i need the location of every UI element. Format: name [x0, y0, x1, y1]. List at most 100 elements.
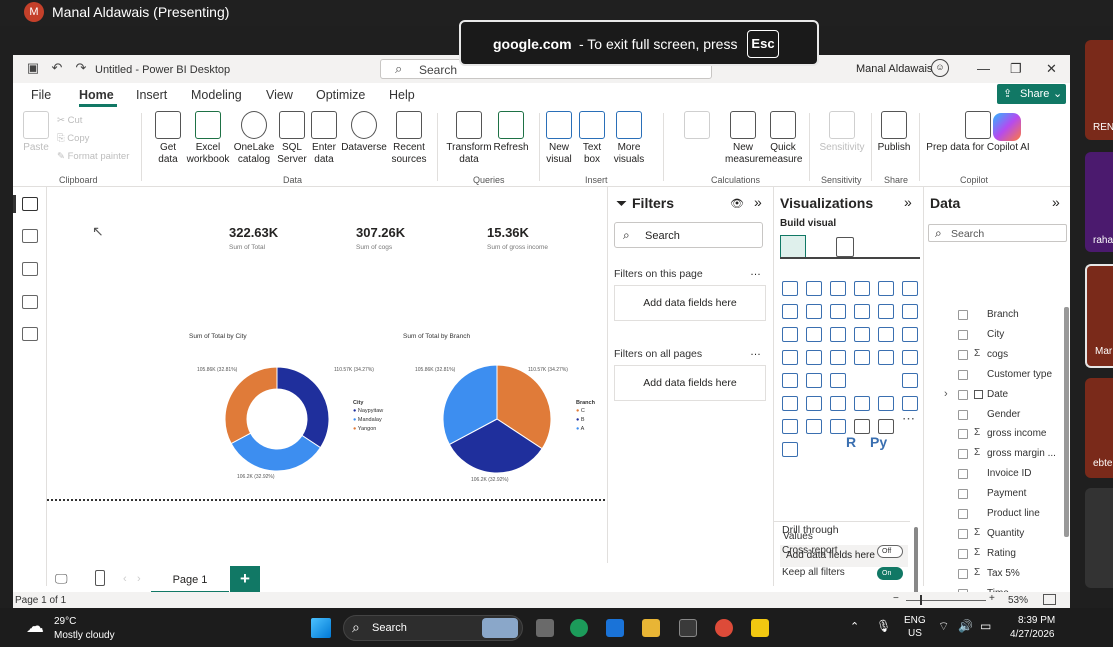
transform-data-button[interactable]: Transform data [445, 111, 493, 166]
more-options-icon[interactable]: … [750, 346, 761, 358]
paginated-visual-icon[interactable] [902, 396, 918, 411]
volume-icon[interactable]: 🔊 [958, 619, 973, 633]
scroll-left-icon[interactable]: ‹ [123, 573, 127, 585]
paste-button[interactable]: Paste [19, 111, 53, 154]
microphone-icon[interactable]: 🎙 [876, 619, 891, 633]
text-box-button[interactable]: Text box [577, 111, 607, 166]
key-influencers-visual-icon[interactable] [806, 396, 822, 411]
filled-map-visual-icon[interactable] [806, 350, 822, 365]
zoom-in-icon[interactable]: + [989, 593, 995, 604]
arcgis-map-visual-icon[interactable] [854, 350, 870, 365]
treemap-visual-icon[interactable] [902, 327, 918, 342]
excel-workbook-button[interactable]: Excel workbook [185, 111, 231, 166]
azure-map-visual-icon[interactable] [830, 350, 846, 365]
python-visual-icon[interactable]: Py [870, 434, 887, 450]
weather-cloud-icon[interactable]: ☁ [26, 616, 44, 637]
donut-chart-city[interactable] [207, 359, 347, 479]
line-visual-icon[interactable] [782, 304, 798, 319]
participant-tile[interactable]: REN [1085, 40, 1113, 140]
filters-page-dropzone[interactable]: Add data fields here [614, 285, 766, 321]
data-field-row[interactable]: Payment [924, 487, 1064, 505]
clustered-column-visual-icon[interactable] [854, 281, 870, 296]
desktop-layout-icon[interactable]: 🖵 [55, 571, 68, 587]
zoom-slider-thumb[interactable] [920, 595, 922, 605]
filters-search[interactable]: ⌕ Search [614, 222, 763, 248]
legend-item[interactable]: ● Naypyitaw [353, 408, 383, 414]
tab-insert[interactable]: Insert [136, 88, 167, 102]
keep-filters-toggle[interactable]: On [877, 567, 903, 580]
ribbon-visual-icon[interactable] [902, 304, 918, 319]
copy-button[interactable]: ⎘ Copy [57, 133, 89, 144]
data-field-row[interactable]: › Date [924, 388, 1064, 406]
refresh-button[interactable]: Refresh [493, 111, 529, 154]
slicer-visual-icon[interactable] [830, 373, 846, 388]
scatter-visual-icon[interactable] [830, 327, 846, 342]
pie-slice-yangon[interactable] [224, 366, 278, 445]
multi-row-card-visual-icon[interactable] [782, 373, 798, 388]
visual-visual-icon[interactable]: ⋯ [902, 411, 915, 427]
wifi-icon[interactable]: ⌔ [938, 619, 949, 634]
stacked-bar-visual-icon[interactable] [782, 281, 798, 296]
report-canvas[interactable]: ↖ 322.63K Sum of Total 307.26K Sum of co… [47, 187, 607, 563]
new-measure-button[interactable]: New measure [725, 111, 764, 166]
legend-item[interactable]: ● A [576, 426, 585, 432]
new-visual-button[interactable]: New visual [543, 111, 575, 166]
language-1[interactable]: ENG [904, 615, 926, 626]
donut-visual-icon[interactable] [878, 327, 894, 342]
dataverse-button[interactable]: Dataverse [341, 111, 387, 154]
maximize-icon[interactable]: ❐ [1010, 61, 1022, 77]
powerbi-taskbar-icon[interactable] [751, 619, 769, 637]
clustered-bar-visual-icon[interactable] [830, 281, 846, 296]
battery-icon[interactable]: ▭ [980, 619, 991, 633]
build-visual-icon[interactable] [780, 235, 806, 259]
smart-narrative-visual-icon[interactable] [878, 396, 894, 411]
redo-icon[interactable]: ↷ [73, 60, 89, 76]
decomposition-tree-visual-icon[interactable] [830, 396, 846, 411]
stacked-column-visual-icon[interactable] [806, 281, 822, 296]
file-explorer-icon[interactable] [642, 619, 660, 637]
100-bar-visual-icon[interactable] [878, 281, 894, 296]
eye-icon[interactable]: 👁 [730, 197, 744, 210]
checkbox[interactable] [958, 389, 968, 400]
data-field-row[interactable]: Σ Quantity [924, 527, 1064, 545]
100-column-visual-icon[interactable] [902, 281, 918, 296]
chevron-up-icon[interactable]: ⌃ [850, 620, 859, 633]
tab-view[interactable]: View [266, 88, 293, 102]
checkbox[interactable] [958, 449, 968, 460]
data-field-row[interactable]: Gender [924, 408, 1064, 426]
quick-measure-button[interactable]: Quick measure [763, 111, 803, 166]
checkbox[interactable] [958, 369, 968, 380]
r-script-visual-icon[interactable] [902, 373, 918, 388]
line-stacked-column-visual-icon[interactable] [878, 304, 894, 319]
line-column-visual-icon[interactable] [854, 304, 870, 319]
recent-sources-button[interactable]: Recent sources [387, 111, 431, 166]
user-avatar-icon[interactable]: ☺ [931, 59, 949, 77]
format-painter-button[interactable]: ✎ Format painter [57, 151, 129, 162]
dax-query-view-icon[interactable] [22, 295, 38, 309]
tab-modeling[interactable]: Modeling [191, 88, 242, 102]
share-button[interactable]: ⇪ Share ⌄ [997, 84, 1066, 104]
waterfall-visual-icon[interactable] [782, 327, 798, 342]
zoom-out-icon[interactable]: − [893, 593, 899, 604]
taskbar-search[interactable]: ⌕ Search [343, 615, 523, 641]
publish-button[interactable]: Publish [875, 111, 913, 154]
data-field-row[interactable]: Σcogs [924, 348, 1064, 366]
checkbox[interactable] [958, 509, 968, 519]
tab-file[interactable]: File [31, 88, 51, 102]
tab-optimize[interactable]: Optimize [316, 88, 365, 102]
report-visual-icon[interactable] [854, 419, 870, 434]
legend-item[interactable]: ● Mandalay [353, 417, 383, 423]
pie-slice-naypyitaw[interactable] [276, 366, 330, 449]
area-visual-icon[interactable] [806, 304, 822, 319]
data-field-row[interactable]: Σ Rating [924, 547, 1064, 565]
mobile-layout-icon[interactable] [95, 570, 105, 586]
model-view-icon[interactable] [22, 262, 38, 276]
enter-data-button[interactable]: Enter data [309, 111, 339, 166]
language-2[interactable]: US [908, 628, 922, 639]
report-view-icon[interactable] [22, 197, 38, 211]
python-visual-icon[interactable] [782, 396, 798, 411]
more-visuals-button[interactable]: More visuals [609, 111, 649, 166]
power-apps-visual-icon[interactable] [782, 419, 798, 434]
card-visual-icon[interactable] [902, 350, 918, 365]
data-search[interactable]: ⌕ Search [928, 224, 1067, 242]
